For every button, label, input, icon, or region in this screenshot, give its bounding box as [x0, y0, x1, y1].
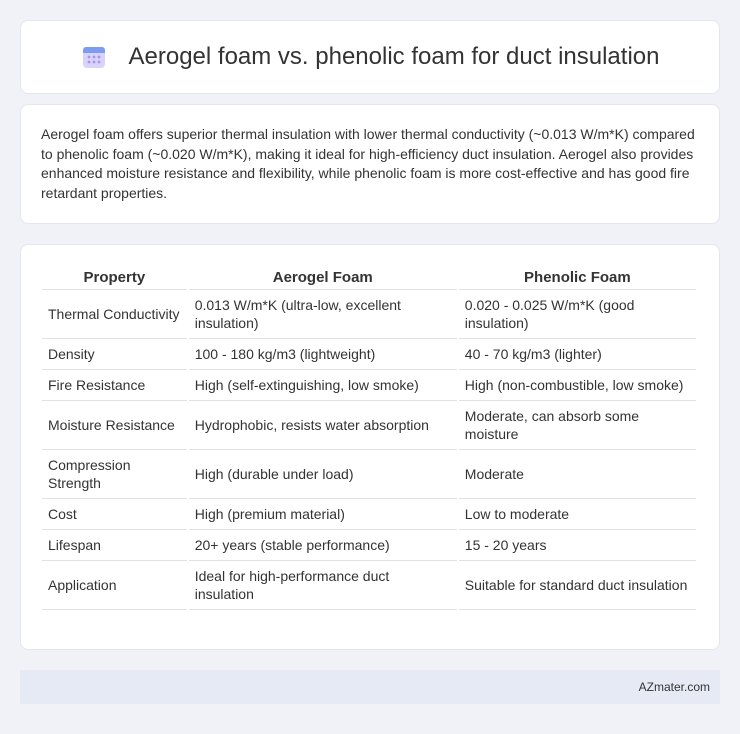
table-row: Moisture Resistance Hydrophobic, resists… [42, 401, 696, 450]
aerogel-cell: 20+ years (stable performance) [188, 530, 457, 561]
footer-bar: AZmater.com [20, 670, 720, 704]
table-row: Application Ideal for high-performance d… [42, 561, 696, 610]
aerogel-cell: High (premium material) [188, 499, 457, 530]
header-aerogel: Aerogel Foam [188, 265, 457, 290]
header-phenolic: Phenolic Foam [458, 265, 696, 290]
phenolic-cell: High (non-combustible, low smoke) [458, 370, 696, 401]
table-header-row: Property Aerogel Foam Phenolic Foam [42, 265, 696, 290]
property-cell: Application [42, 561, 187, 610]
aerogel-cell: 100 - 180 kg/m3 (lightweight) [188, 339, 457, 370]
comparison-table: Property Aerogel Foam Phenolic Foam Ther… [40, 265, 698, 610]
aerogel-cell: 0.013 W/m*K (ultra-low, excellent insula… [188, 290, 457, 339]
calendar-grid-icon [81, 44, 107, 70]
footer-site-label: AZmater.com [638, 680, 710, 694]
table-row: Lifespan 20+ years (stable performance) … [42, 530, 696, 561]
phenolic-cell: Suitable for standard duct insulation [458, 561, 696, 610]
property-cell: Fire Resistance [42, 370, 187, 401]
property-cell: Cost [42, 499, 187, 530]
table-row: Fire Resistance High (self-extinguishing… [42, 370, 696, 401]
table-row: Cost High (premium material) Low to mode… [42, 499, 696, 530]
comparison-card: Property Aerogel Foam Phenolic Foam Ther… [20, 244, 720, 650]
property-cell: Lifespan [42, 530, 187, 561]
phenolic-cell: Moderate [458, 450, 696, 499]
phenolic-cell: 0.020 - 0.025 W/m*K (good insulation) [458, 290, 696, 339]
summary-text: Aerogel foam offers superior thermal ins… [41, 126, 695, 201]
property-cell: Moisture Resistance [42, 401, 187, 450]
property-cell: Thermal Conductivity [42, 290, 187, 339]
aerogel-cell: Hydrophobic, resists water absorption [188, 401, 457, 450]
phenolic-cell: 15 - 20 years [458, 530, 696, 561]
table-row: Compression Strength High (durable under… [42, 450, 696, 499]
phenolic-cell: 40 - 70 kg/m3 (lighter) [458, 339, 696, 370]
summary-card: Aerogel foam offers superior thermal ins… [20, 104, 720, 224]
aerogel-cell: Ideal for high-performance duct insulati… [188, 561, 457, 610]
phenolic-cell: Low to moderate [458, 499, 696, 530]
table-row: Density 100 - 180 kg/m3 (lightweight) 40… [42, 339, 696, 370]
title-card: Aerogel foam vs. phenolic foam for duct … [20, 20, 720, 94]
table-row: Thermal Conductivity 0.013 W/m*K (ultra-… [42, 290, 696, 339]
header-property: Property [42, 265, 187, 290]
property-cell: Compression Strength [42, 450, 187, 499]
phenolic-cell: Moderate, can absorb some moisture [458, 401, 696, 450]
property-cell: Density [42, 339, 187, 370]
aerogel-cell: High (durable under load) [188, 450, 457, 499]
page-title: Aerogel foam vs. phenolic foam for duct … [128, 43, 660, 70]
aerogel-cell: High (self-extinguishing, low smoke) [188, 370, 457, 401]
